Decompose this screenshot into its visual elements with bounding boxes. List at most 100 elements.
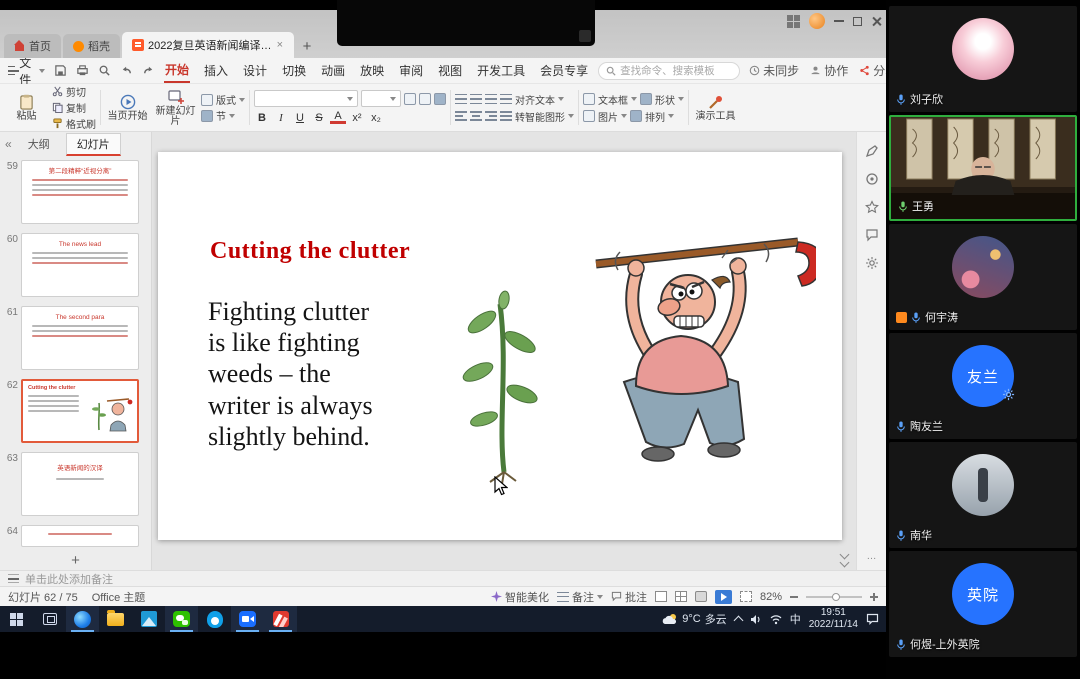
zoom-slider[interactable] [806, 596, 862, 598]
reading-view-button[interactable] [695, 591, 707, 602]
ribbon-tab-member[interactable]: 会员专享 [539, 59, 589, 82]
screen-share-bar[interactable] [337, 0, 595, 46]
ribbon-tab-transition[interactable]: 切换 [281, 59, 307, 82]
cut-button[interactable]: 剪切 [52, 85, 96, 99]
network-icon[interactable] [770, 614, 782, 625]
participant-tile-speaking[interactable]: 王勇 [889, 115, 1077, 221]
notification-icon[interactable] [866, 613, 879, 625]
theme-name[interactable]: Office 主题 [92, 589, 146, 605]
grow-font-icon[interactable] [404, 93, 416, 105]
ribbon-tab-view[interactable]: 视图 [437, 59, 463, 82]
ribbon-tab-design[interactable]: 设计 [242, 59, 268, 82]
slide-thumbnail[interactable]: The second para [21, 306, 139, 370]
subscript-button[interactable]: x₂ [368, 110, 384, 125]
font-family-select[interactable] [254, 90, 358, 107]
zoom-percent[interactable]: 82% [760, 591, 782, 603]
participant-tile[interactable]: 刘子欣 [889, 6, 1077, 112]
tab-close-icon[interactable]: × [276, 39, 284, 51]
ribbon-tab-start[interactable]: 开始 [164, 58, 190, 83]
collaborate-button[interactable]: 协作 [810, 62, 848, 79]
underline-button[interactable]: U [292, 110, 308, 125]
taskbar-photos[interactable] [132, 606, 165, 632]
copy-button[interactable]: 复制 [52, 101, 96, 115]
arrange-button[interactable]: 排列 [630, 109, 674, 123]
tab-slides[interactable]: 幻灯片 [66, 133, 121, 156]
minimize-button[interactable] [834, 20, 844, 22]
align-left-icon[interactable] [455, 111, 467, 121]
next-slide-button[interactable] [841, 551, 848, 566]
print-button[interactable] [76, 63, 89, 78]
tab-document[interactable]: 2022复旦英语新闻编译讲座.pptx × [122, 32, 294, 58]
indent-icon[interactable] [485, 94, 497, 104]
taskbar-clock[interactable]: 19:51 2022/11/14 [809, 607, 858, 631]
superscript-button[interactable]: x² [349, 110, 365, 125]
favorites-icon[interactable] [865, 200, 879, 214]
animation-pane-icon[interactable] [865, 172, 879, 186]
numbered-list-icon[interactable] [470, 94, 482, 104]
font-color-button[interactable]: A [330, 111, 346, 124]
restore-button[interactable] [853, 17, 862, 26]
picture-button[interactable]: 图片 [583, 109, 627, 123]
tab-home[interactable]: 首页 [4, 34, 61, 58]
strikethrough-button[interactable]: S [311, 110, 327, 125]
zoom-in-button[interactable] [870, 593, 878, 601]
section-button[interactable]: 节 [201, 109, 245, 123]
save-button[interactable] [54, 63, 67, 78]
tab-docer[interactable]: 稻壳 [63, 34, 120, 58]
preview-button[interactable] [98, 63, 111, 78]
comments-toggle[interactable]: 批注 [611, 589, 647, 605]
user-avatar[interactable] [809, 13, 825, 29]
search-input[interactable] [620, 65, 732, 77]
taskbar-wechat[interactable] [165, 606, 198, 632]
ribbon-tab-animation[interactable]: 动画 [320, 59, 346, 82]
paste-button[interactable]: 粘贴 [4, 86, 49, 129]
shrink-font-icon[interactable] [419, 93, 431, 105]
command-search[interactable] [598, 62, 740, 80]
current-slide[interactable]: Cutting the clutter Fighting clutter is … [158, 152, 842, 540]
taskbar-qq[interactable] [198, 606, 231, 632]
taskbar-browser[interactable] [66, 606, 99, 632]
properties-icon[interactable] [865, 144, 879, 158]
clear-format-icon[interactable] [434, 93, 446, 105]
tray-expand-icon[interactable] [733, 616, 743, 626]
more-tools-icon[interactable]: … [867, 551, 877, 562]
participant-tile[interactable]: 英院 何煜-上外英院 [889, 551, 1077, 657]
align-center-icon[interactable] [470, 111, 482, 121]
slide-sorter-button[interactable] [675, 591, 687, 602]
share-bar-handle[interactable] [579, 30, 591, 42]
text-box-button[interactable]: 文本框 [583, 92, 637, 106]
participant-tile[interactable]: 友兰 陶友兰 [889, 333, 1077, 439]
ribbon-tab-developer[interactable]: 开发工具 [476, 59, 526, 82]
fit-slide-button[interactable] [740, 591, 752, 602]
align-right-icon[interactable] [485, 111, 497, 121]
task-view-button[interactable] [33, 606, 66, 632]
taskbar-meeting[interactable] [231, 606, 264, 632]
weather-widget[interactable]: 9°C 多云 [662, 611, 726, 627]
slide-thumbnail[interactable] [21, 525, 139, 547]
slideshow-play-button[interactable] [715, 590, 732, 604]
bullet-list-icon[interactable] [455, 94, 467, 104]
file-menu[interactable]: 文件 [8, 54, 45, 88]
start-button[interactable] [0, 606, 33, 632]
participant-tile[interactable]: 南华 [889, 442, 1077, 548]
new-tab-button[interactable]: + [296, 34, 318, 58]
justify-icon[interactable] [500, 111, 512, 121]
italic-button[interactable]: I [273, 110, 289, 125]
presentation-tools-button[interactable]: 演示工具 [693, 86, 738, 129]
slide-thumbnail-selected[interactable]: Cutting the clutter [21, 379, 139, 443]
layout-grid-icon[interactable] [787, 15, 800, 28]
align-text-button[interactable]: 对齐文本 [515, 92, 564, 106]
redo-button[interactable] [142, 63, 155, 78]
shapes-button[interactable]: 形状 [640, 92, 684, 106]
add-slide-button[interactable]: + [0, 550, 151, 570]
notes-toggle[interactable]: 备注 [557, 589, 603, 605]
new-slide-button[interactable]: 新建幻灯片 [153, 86, 198, 129]
to-smartart-button[interactable]: 转智能图形 [515, 109, 574, 123]
taskbar-wps[interactable] [264, 606, 297, 632]
ribbon-tab-review[interactable]: 审阅 [398, 59, 424, 82]
ribbon-tab-insert[interactable]: 插入 [203, 59, 229, 82]
bold-button[interactable]: B [254, 110, 270, 125]
taskbar-explorer[interactable] [99, 606, 132, 632]
slide-thumbnail[interactable]: The news lead [21, 233, 139, 297]
beautify-button[interactable]: 智能美化 [491, 589, 549, 605]
